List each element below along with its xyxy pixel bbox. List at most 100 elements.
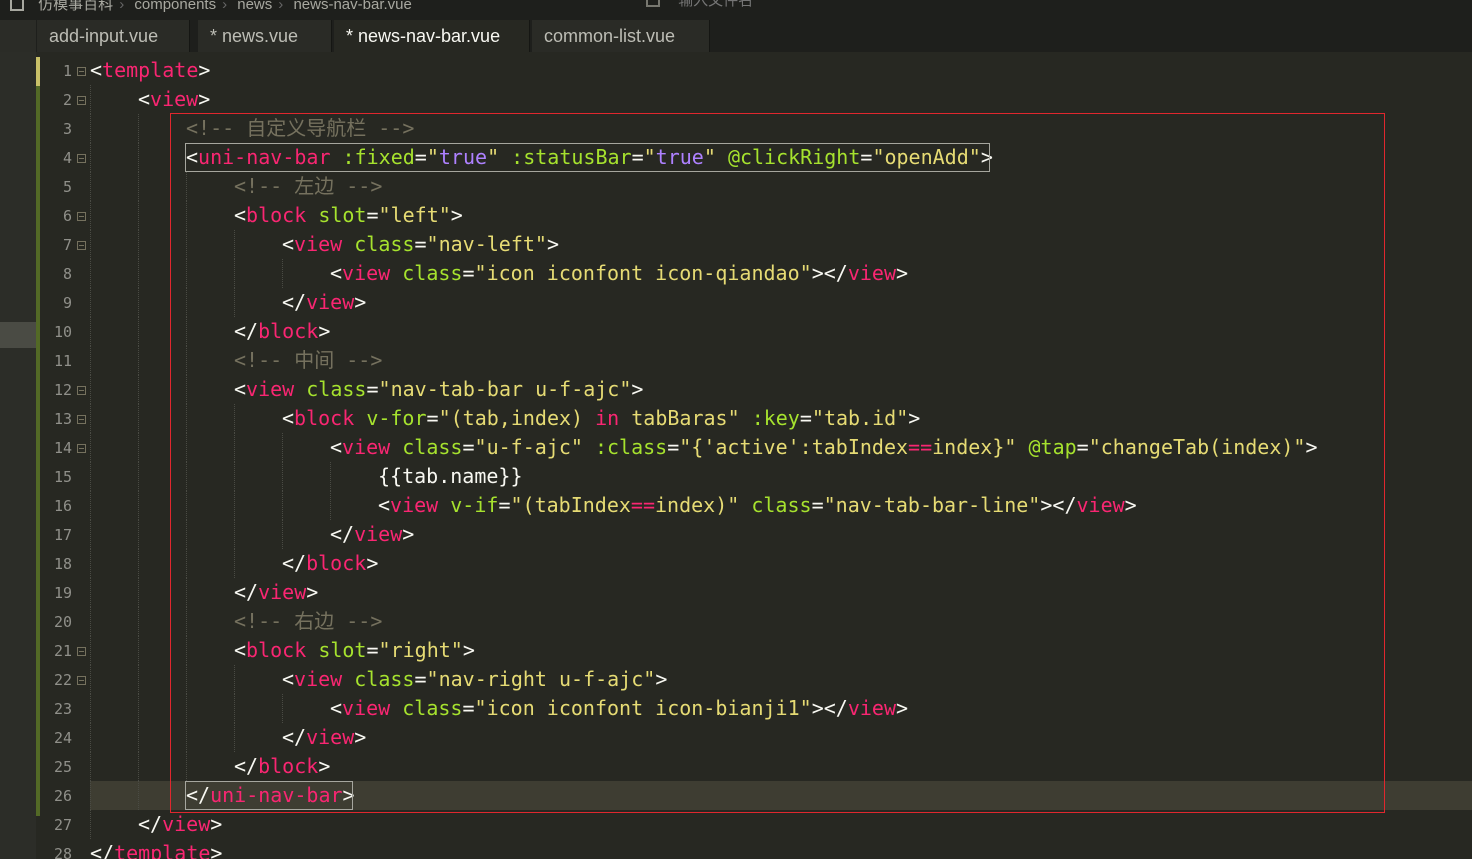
- code-line[interactable]: {{tab.name}}: [378, 462, 523, 491]
- code-line[interactable]: </view>: [138, 810, 222, 839]
- tab-news[interactable]: * news.vue: [198, 20, 332, 52]
- indent-guide: [138, 143, 139, 172]
- indent-guide: [138, 636, 139, 665]
- indent-guide: [90, 230, 91, 259]
- code-line[interactable]: <!-- 中间 -->: [234, 346, 382, 375]
- indent-guide: [186, 201, 187, 230]
- line-number: 13: [53, 410, 72, 428]
- code-line[interactable]: </template>: [90, 839, 222, 859]
- fold-toggle-icon[interactable]: [77, 154, 86, 163]
- fold-toggle-icon[interactable]: [77, 415, 86, 424]
- indent-guide: [138, 607, 139, 636]
- line-number: 7: [62, 236, 72, 254]
- line-number: 10: [53, 323, 72, 341]
- line-number: 16: [53, 497, 72, 515]
- code-line[interactable]: </block>: [234, 752, 330, 781]
- breadcrumb-project[interactable]: 仿模事百科: [38, 0, 113, 13]
- line-number: 12: [53, 381, 72, 399]
- line-number: 26: [53, 787, 72, 805]
- indent-guide: [90, 491, 91, 520]
- indent-guide: [186, 549, 187, 578]
- code-line[interactable]: <view v-if="(tabIndex==index)" class="na…: [378, 491, 1137, 520]
- indent-guide: [90, 433, 91, 462]
- breadcrumb-file[interactable]: news-nav-bar.vue: [293, 0, 411, 13]
- indent-guide: [138, 723, 139, 752]
- code-line[interactable]: <template>: [90, 56, 210, 85]
- file-search-input[interactable]: [678, 0, 979, 9]
- fold-toggle-icon[interactable]: [77, 212, 86, 221]
- breadcrumb-folder-news[interactable]: news: [237, 0, 272, 13]
- line-number: 15: [53, 468, 72, 486]
- line-number: 18: [53, 555, 72, 573]
- indent-guide: [186, 346, 187, 375]
- fold-toggle-icon[interactable]: [77, 386, 86, 395]
- indent-guide: [90, 259, 91, 288]
- indent-guide: [90, 172, 91, 201]
- indent-guide: [90, 578, 91, 607]
- tab-common-list[interactable]: common-list.vue: [532, 20, 710, 52]
- fold-toggle-icon[interactable]: [77, 444, 86, 453]
- code-line[interactable]: </block>: [282, 549, 378, 578]
- code-line[interactable]: <view class="nav-tab-bar u-f-ajc">: [234, 375, 643, 404]
- indent-guide: [186, 694, 187, 723]
- indent-guide: [138, 172, 139, 201]
- code-line[interactable]: </view>: [282, 288, 366, 317]
- indent-guide: [186, 752, 187, 781]
- code-line[interactable]: </view>: [282, 723, 366, 752]
- code-line[interactable]: <block v-for="(tab,index) in tabBaras" :…: [282, 404, 920, 433]
- indent-guide: [138, 375, 139, 404]
- fold-toggle-icon[interactable]: [77, 676, 86, 685]
- indent-guide: [186, 404, 187, 433]
- code-line[interactable]: </view>: [330, 520, 414, 549]
- indent-guide: [138, 230, 139, 259]
- minimap-cursor: [0, 322, 36, 348]
- indent-guide: [90, 288, 91, 317]
- line-number: 20: [53, 613, 72, 631]
- code-line[interactable]: <view class="u-f-ajc" :class="{'active':…: [330, 433, 1318, 462]
- code-line[interactable]: </view>: [234, 578, 318, 607]
- fold-toggle-icon[interactable]: [77, 647, 86, 656]
- indent-guide: [330, 491, 331, 520]
- indent-guide: [186, 462, 187, 491]
- code-line[interactable]: <view class="icon iconfont icon-qiandao"…: [330, 259, 908, 288]
- code-line[interactable]: </block>: [234, 317, 330, 346]
- indent-guide: [234, 520, 235, 549]
- code-line[interactable]: <!-- 自定义导航栏 -->: [186, 114, 414, 143]
- breadcrumb-folder-components[interactable]: components: [134, 0, 216, 13]
- indent-guide: [138, 346, 139, 375]
- line-number: 23: [53, 700, 72, 718]
- fold-toggle-icon[interactable]: [77, 241, 86, 250]
- indent-guide: [186, 317, 187, 346]
- fold-toggle-icon[interactable]: [77, 67, 86, 76]
- code-line[interactable]: <block slot="left">: [234, 201, 463, 230]
- code-line[interactable]: <block slot="right">: [234, 636, 475, 665]
- indent-guide: [90, 636, 91, 665]
- indent-guide: [90, 317, 91, 346]
- indent-guide: [234, 665, 235, 694]
- line-number: 14: [53, 439, 72, 457]
- chevron-right-icon: ›: [278, 0, 284, 13]
- line-number: 1: [62, 62, 72, 80]
- file-search[interactable]: [646, 0, 1146, 16]
- code-line[interactable]: <view class="nav-right u-f-ajc">: [282, 665, 667, 694]
- code-line[interactable]: <!-- 右边 -->: [234, 607, 382, 636]
- tab-add-input[interactable]: add-input.vue: [37, 20, 190, 52]
- indent-guide: [138, 404, 139, 433]
- indent-guide: [186, 607, 187, 636]
- tag-match-highlight: [185, 143, 990, 172]
- code-line[interactable]: <view class="nav-left">: [282, 230, 559, 259]
- code-line[interactable]: <view class="icon iconfont icon-bianji1"…: [330, 694, 908, 723]
- line-number: 8: [62, 265, 72, 283]
- indent-guide: [138, 462, 139, 491]
- code-line[interactable]: <view>: [138, 85, 210, 114]
- indent-guide: [90, 85, 91, 114]
- indent-guide: [90, 723, 91, 752]
- tab-news-nav-bar[interactable]: * news-nav-bar.vue: [334, 20, 530, 52]
- code-line[interactable]: <!-- 左边 -->: [234, 172, 382, 201]
- fold-toggle-icon[interactable]: [77, 96, 86, 105]
- indent-guide: [138, 694, 139, 723]
- tag-match-highlight: [185, 781, 353, 810]
- line-number: 4: [62, 149, 72, 167]
- breadcrumb: 仿模事百科 › components › news › news-nav-bar.vu…: [10, 0, 418, 14]
- indent-guide: [138, 288, 139, 317]
